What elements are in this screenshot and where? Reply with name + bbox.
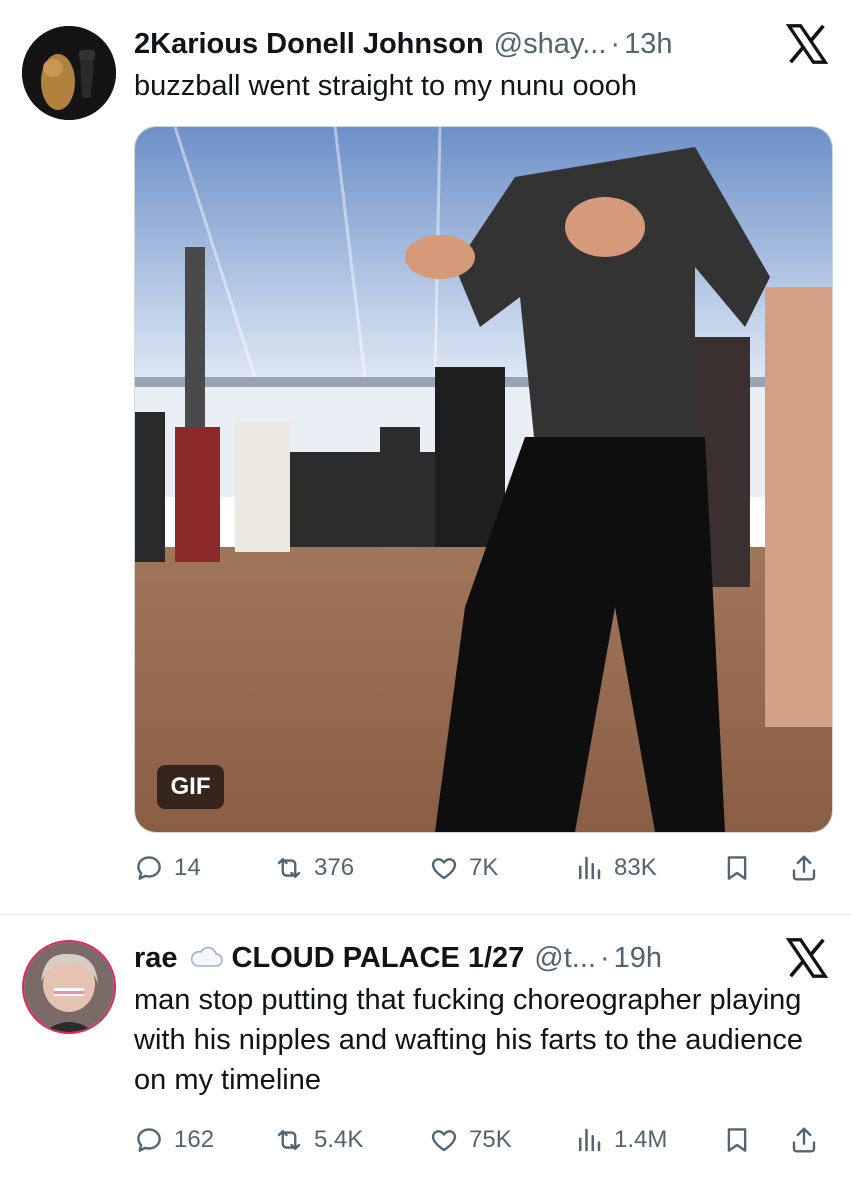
share-button[interactable]: [789, 848, 819, 888]
share-icon: [792, 855, 816, 881]
repost-button[interactable]: 376: [274, 848, 354, 888]
repost-count: 376: [314, 854, 355, 881]
avatar[interactable]: [22, 940, 116, 1034]
repost-icon: [277, 858, 301, 878]
divider: [0, 914, 851, 915]
gif-image: [135, 127, 832, 832]
tweet-header: 2Karious Donell Johnson @shay... · 13h: [134, 24, 771, 64]
display-name[interactable]: rae: [134, 942, 178, 975]
cloud-icon: [188, 946, 224, 970]
like-icon: [431, 1130, 457, 1152]
views-button[interactable]: 83K: [574, 848, 657, 888]
avatar[interactable]: [22, 26, 116, 120]
reply-button[interactable]: 162: [134, 1120, 214, 1160]
separator: ·: [599, 941, 610, 974]
timestamp[interactable]: 13h: [624, 28, 672, 61]
username[interactable]: @t...: [534, 942, 596, 975]
views-icon: [579, 856, 601, 880]
bookmark-button[interactable]: [722, 848, 752, 888]
reply-button[interactable]: 14: [134, 848, 201, 888]
timestamp[interactable]: 19h: [614, 942, 662, 975]
avatar-image: [24, 942, 114, 1032]
x-logo-icon[interactable]: [785, 24, 829, 64]
bookmark-icon: [727, 1128, 747, 1152]
share-icon: [792, 1127, 816, 1153]
share-button[interactable]: [789, 1120, 819, 1160]
like-count: 75K: [469, 1126, 512, 1153]
like-icon: [431, 858, 457, 880]
tweet-media[interactable]: GIF: [134, 126, 833, 833]
username[interactable]: @shay...: [494, 28, 607, 61]
like-button[interactable]: 75K: [429, 1120, 512, 1160]
tweet-text: buzzball went straight to my nunu oooh: [134, 70, 637, 102]
like-button[interactable]: 7K: [429, 848, 498, 888]
bookmark-icon: [727, 856, 747, 880]
tweet-header: rae CLOUD PALACE 1/27 @t... · 19h: [134, 938, 771, 978]
repost-count: 5.4K: [314, 1126, 364, 1153]
views-count: 83K: [614, 854, 657, 881]
bookmark-button[interactable]: [722, 1120, 752, 1160]
like-count: 7K: [469, 854, 499, 881]
repost-icon: [277, 1130, 301, 1150]
views-button[interactable]: 1.4M: [574, 1120, 667, 1160]
views-icon: [579, 1128, 601, 1152]
separator: ·: [610, 27, 621, 60]
reply-icon: [137, 856, 161, 880]
views-count: 1.4M: [614, 1126, 668, 1153]
display-name[interactable]: 2Karious Donell Johnson: [134, 28, 484, 61]
reply-count: 14: [174, 854, 201, 881]
gif-badge: GIF: [157, 765, 224, 809]
tweet-actions: 14 376 7K 83K: [134, 848, 831, 888]
x-logo-icon[interactable]: [785, 938, 829, 978]
tweet-actions: 162 5.4K 75K 1.4M: [134, 1120, 831, 1160]
display-name-extra[interactable]: CLOUD PALACE 1/27: [232, 942, 525, 975]
avatar-image: [22, 26, 116, 120]
repost-button[interactable]: 5.4K: [274, 1120, 363, 1160]
reply-count: 162: [174, 1126, 215, 1153]
tweet-text: man stop putting that fucking choreograp…: [134, 984, 804, 1096]
reply-icon: [137, 1128, 161, 1152]
